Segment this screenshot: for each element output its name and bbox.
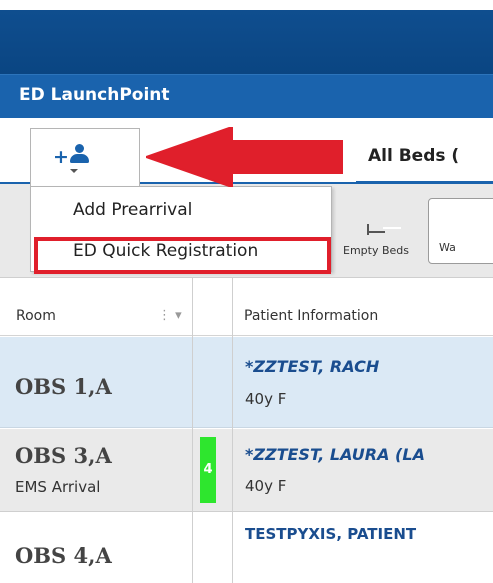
red-arrow-annotation xyxy=(146,127,343,187)
waiting-room-label: Wa xyxy=(439,241,456,254)
room-name: OBS 3,A xyxy=(15,443,112,468)
annotation-highlight-box xyxy=(34,237,331,274)
patient-age-sex: 40y F xyxy=(245,390,287,408)
room-status: EMS Arrival xyxy=(15,478,101,496)
room-name: OBS 4,A xyxy=(15,543,112,568)
patient-age-sex: 40y F xyxy=(245,477,287,495)
waiting-room-button[interactable]: Wa xyxy=(428,198,493,264)
table-row[interactable]: OBS 4,A TESTPYXIS, PATIENT xyxy=(0,513,493,583)
page-title: ED LaunchPoint xyxy=(19,85,170,105)
menu-item-add-prearrival[interactable]: Add Prearrival xyxy=(73,200,373,220)
column-divider xyxy=(192,278,193,583)
tab-all-beds[interactable]: All Beds ( xyxy=(356,136,493,184)
add-person-icon xyxy=(68,144,90,166)
patient-name[interactable]: *ZZTEST, LAURA (LA xyxy=(245,445,425,464)
column-divider xyxy=(232,278,233,583)
page-titlebar: ED LaunchPoint xyxy=(0,74,493,118)
table-row[interactable]: OBS 3,A EMS Arrival *ZZTEST, LAURA (LA 4… xyxy=(0,429,493,512)
add-patient-dropdown-button[interactable]: + xyxy=(30,128,140,186)
chevron-down-icon xyxy=(70,169,78,173)
plus-icon: + xyxy=(53,146,69,168)
tab-all-beds-label: All Beds ( xyxy=(368,146,460,166)
room-name: OBS 1,A xyxy=(15,374,112,399)
patient-name[interactable]: TESTPYXIS, PATIENT xyxy=(245,525,416,543)
column-header-patient-information[interactable]: Patient Information xyxy=(244,308,378,324)
sort-icon[interactable]: ⋮ ▾ xyxy=(158,308,182,323)
column-header-room[interactable]: Room xyxy=(16,308,56,324)
app-header-bar xyxy=(0,10,493,74)
patient-name[interactable]: *ZZTEST, RACH xyxy=(245,357,379,376)
grid-header: Room ⋮ ▾ Patient Information xyxy=(0,278,493,336)
table-row[interactable]: OBS 1,A *ZZTEST, RACH 40y F xyxy=(0,337,493,428)
top-strip xyxy=(0,0,493,10)
acuity-badge: 4 xyxy=(200,437,216,503)
bed-icon xyxy=(364,222,388,236)
